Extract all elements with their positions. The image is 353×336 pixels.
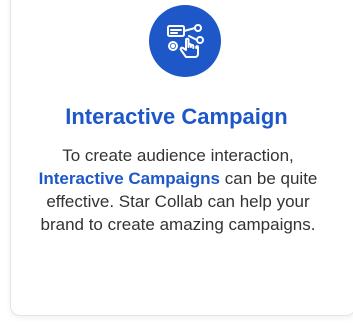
card-description: To create audience interaction, Interact… (28, 144, 328, 236)
description-intro: To create audience interaction, (62, 146, 294, 165)
interactive-campaign-icon (149, 5, 221, 77)
page: Interactive Campaign To create audience … (0, 0, 353, 336)
description-highlight: Interactive Campaigns (38, 169, 221, 188)
card-title: Interactive Campaign (65, 104, 288, 129)
